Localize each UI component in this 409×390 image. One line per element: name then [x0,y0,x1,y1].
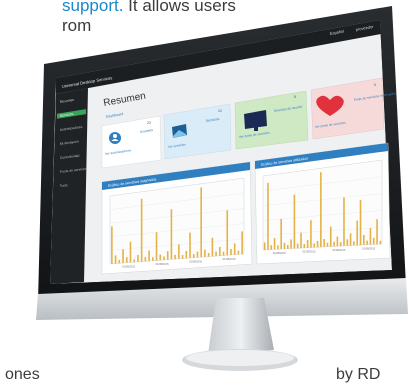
chart-x-tick-label: 01/08/2015 [189,260,203,264]
chart-bar [303,244,306,248]
chart-bar [125,257,128,263]
chart-bar [263,242,266,250]
chart-bar [372,237,375,245]
sidebar [50,88,88,284]
chart-x-tick-label: 01/08/2015 [273,251,287,255]
chart-bar [226,210,229,256]
screen: Universal Desktop Services Español prove… [50,20,397,284]
chart-x-tick-label: 01/08/2015 [122,265,136,269]
chart-bar [111,226,113,264]
chart-bar [280,218,282,250]
chart-bar [241,231,243,255]
chart-bar [155,232,158,261]
bottom-text-left: ones [5,366,40,383]
chart-bar [343,197,345,246]
chart-panel-assigned: Gráfico de servicios asignados 01/08/201… [101,161,253,275]
chart-bar [286,244,289,249]
chart-bar [152,257,154,261]
chart-bar [118,259,121,264]
chart-bar [204,249,206,257]
chart-bar [144,257,147,262]
chart-bar [306,239,309,248]
chart-bar [233,243,236,255]
chart-bar [313,243,316,248]
chart-bar [166,251,169,260]
chart-bar [174,254,176,260]
chart-x-tick-label: 01/08/2015 [332,248,346,252]
chart-bar [273,238,276,250]
chart-bar [122,249,124,264]
chart-bar [181,254,184,259]
chart-bar [230,248,232,255]
chart-bar [129,241,132,263]
chart-bar [196,251,199,258]
chart-panel-used: Gráfico de servicios utilizados 01/08/20… [254,142,391,265]
chart-bar [349,233,352,246]
chart-bar [133,259,135,263]
chart-bar [277,245,279,250]
chart-bar [353,241,355,246]
chart-bar [267,182,269,250]
chart-bar [300,232,302,249]
chart-bar [379,240,382,245]
chart-bar [270,245,273,250]
chart-bar [211,237,214,257]
chart-bar [237,250,240,255]
chart-bar [222,251,225,256]
chart-bar [163,256,165,260]
card-services-count: 12 [218,109,222,113]
chart-bar [369,227,372,245]
chart-bar [114,255,117,264]
chart-bar [356,220,359,246]
chart-used-plot [262,159,383,251]
chart-bar [310,220,312,248]
chart-bar [296,243,299,249]
chart-bar [333,241,335,247]
imac-monitor: Universal Desktop Services Español prove… [30,2,409,371]
chart-bar [148,250,150,262]
monitor-stand [182,298,298,371]
chart-bar [376,219,378,245]
sidebar-item-tools[interactable]: Tools [60,183,69,188]
chart-bar [346,239,349,246]
chart-bar [329,226,332,247]
chart-x-tick-label: 01/08/2015 [362,247,376,251]
chart-bar [283,242,286,249]
chart-bar [336,236,339,247]
chart-bar [219,246,221,256]
chart-bar [293,194,296,249]
chart-bar [140,198,143,262]
chart-bar [192,254,195,258]
chart-x-tick-label: 01/08/2015 [223,257,237,261]
chart-bar [326,242,329,247]
chart-bar [207,252,210,257]
chart-x-tick-label: 01/08/2015 [303,250,317,254]
chart-bar [363,235,365,245]
chart-bar [200,187,202,258]
chart-bar [185,251,188,259]
card-restricted-pools-count: 0 [374,83,376,87]
bottom-text-right: by RD [336,366,381,383]
chart-bar [366,240,368,245]
chart-x-tick-label: 01/08/2015 [156,262,170,266]
chart-bar [170,209,173,260]
chart-bar [323,239,325,247]
chart-bar [290,239,292,249]
chart-bar [320,172,322,248]
chart-bar [339,242,342,247]
chart-bar [178,244,180,259]
chart-bar [359,199,362,246]
chart-bar [159,254,162,261]
chart-bar [189,232,191,259]
chart-bar [137,254,139,262]
chart-bar [316,240,319,248]
card-user-services-count: 8 [294,95,296,99]
card-users-count: 23 [147,121,151,125]
chart-bar [215,251,217,257]
